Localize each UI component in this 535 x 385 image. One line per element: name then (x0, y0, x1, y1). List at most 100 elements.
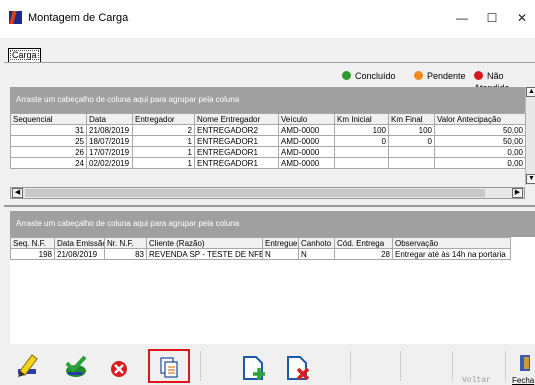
cell-observacao[interactable]: Entregar até às 14h na portaria (392, 248, 511, 260)
cell-entregue[interactable]: N (262, 248, 299, 260)
voltar-button[interactable]: Voltar (462, 376, 491, 385)
scroll-left-icon[interactable]: ◀ (12, 188, 23, 198)
col-veiculo[interactable]: Veículo (278, 113, 335, 125)
cancel-x-icon (111, 361, 127, 377)
fechar-button[interactable]: Fecha (512, 376, 534, 385)
grid1-scroll-thumb[interactable] (25, 189, 485, 197)
cell-entregador[interactable]: 1 (132, 135, 195, 147)
cell-km-inicial[interactable]: 0 (334, 135, 389, 147)
splitter[interactable] (4, 205, 535, 207)
cell-valor-antecipacao[interactable]: 0,00 (434, 157, 526, 169)
cell-seq-nf[interactable]: 198 (10, 248, 55, 260)
close-button[interactable]: ✕ (507, 9, 535, 27)
col-entregador[interactable]: Entregador (132, 113, 195, 125)
confirm-check-icon (65, 355, 87, 377)
cell-data[interactable]: 21/08/2019 (86, 124, 133, 136)
col-entregue[interactable]: Entregue (262, 237, 299, 249)
col-sequencial[interactable]: Sequencial (10, 113, 87, 125)
cell-canhoto[interactable]: N (298, 248, 335, 260)
cell-cliente-razao[interactable]: REVENDA SP - TESTE DE NFE (146, 248, 263, 260)
grid1-horizontal-scrollbar[interactable]: ◀ ▶ (10, 187, 525, 199)
cell-valor-antecipacao[interactable]: 50,00 (434, 135, 526, 147)
legend-concluido: Concluído (342, 70, 396, 82)
cell-data[interactable]: 18/07/2019 (86, 135, 133, 147)
cell-entregador[interactable]: 1 (132, 146, 195, 158)
scroll-right-icon[interactable]: ▶ (512, 188, 523, 198)
col-valor-antecipacao[interactable]: Valor Antecipação (434, 113, 526, 125)
cell-sequencial[interactable]: 26 (10, 146, 87, 158)
add-document-icon (243, 356, 265, 380)
cell-entregador[interactable]: 1 (132, 157, 195, 169)
cell-data[interactable]: 17/07/2019 (86, 146, 133, 158)
add-document-button[interactable] (234, 349, 276, 383)
cell-nome-entregador[interactable]: ENTREGADOR1 (194, 157, 279, 169)
toolbar-separator (452, 351, 453, 381)
table-row[interactable]: 31 21/08/2019 2 ENTREGADOR2 AMD-0000 100… (10, 124, 526, 136)
col-km-final[interactable]: Km Final (388, 113, 435, 125)
col-canhoto[interactable]: Canhoto (298, 237, 335, 249)
copy-button[interactable] (148, 349, 190, 383)
cell-nome-entregador[interactable]: ENTREGADOR1 (194, 135, 279, 147)
table-row[interactable]: 25 18/07/2019 1 ENTREGADOR1 AMD-0000 0 0… (10, 135, 526, 147)
fechar-door-icon[interactable] (518, 353, 532, 373)
col-nome-entregador[interactable]: Nome Entregador (194, 113, 279, 125)
orange-status-icon (414, 71, 423, 80)
col-cod-entrega[interactable]: Cód. Entrega (334, 237, 393, 249)
toolbar-separator (400, 351, 401, 381)
col-data-emissao[interactable]: Data Emissão (54, 237, 105, 249)
col-observacao[interactable]: Observação (392, 237, 511, 249)
grid1-vertical-scrollbar[interactable]: ▲ ▼ (525, 87, 535, 185)
table-row[interactable]: 26 17/07/2019 1 ENTREGADOR1 AMD-0000 0,0… (10, 146, 526, 158)
cell-km-inicial[interactable] (334, 157, 389, 169)
cell-sequencial[interactable]: 31 (10, 124, 87, 136)
cell-veiculo[interactable]: AMD-0000 (278, 157, 335, 169)
cell-veiculo[interactable]: AMD-0000 (278, 135, 335, 147)
grid1-table: Sequencial Data Entregador Nome Entregad… (10, 113, 526, 169)
cell-valor-antecipacao[interactable]: 50,00 (434, 124, 526, 136)
cell-km-inicial[interactable]: 100 (334, 124, 389, 136)
remove-document-icon (287, 356, 310, 381)
cell-entregador[interactable]: 2 (132, 124, 195, 136)
copy-document-icon (160, 357, 178, 378)
cancel-button[interactable] (100, 349, 142, 383)
scroll-down-icon[interactable]: ▼ (526, 174, 535, 184)
col-cliente-razao[interactable]: Cliente (Razão) (146, 237, 263, 249)
cell-km-final[interactable] (388, 157, 435, 169)
cell-sequencial[interactable]: 24 (10, 157, 87, 169)
minimize-button[interactable]: — (447, 9, 477, 27)
cell-km-inicial[interactable] (334, 146, 389, 158)
cell-veiculo[interactable]: AMD-0000 (278, 146, 335, 158)
cell-sequencial[interactable]: 25 (10, 135, 87, 147)
edit-button[interactable] (6, 349, 48, 383)
toolbar-separator (350, 351, 351, 381)
remove-document-button[interactable] (278, 349, 320, 383)
app-logo-icon (9, 11, 22, 24)
cell-km-final[interactable] (388, 146, 435, 158)
col-seq-nf[interactable]: Seq. N.F. (10, 237, 55, 249)
grid2-table: Seq. N.F. Data Emissão Nr. N.F. Cliente … (10, 237, 511, 260)
cell-km-final[interactable]: 0 (388, 135, 435, 147)
maximize-button[interactable]: ☐ (477, 9, 507, 27)
grid1-group-panel[interactable]: Arraste um cabeçalho de coluna aqui para… (10, 87, 525, 113)
col-nr-nf[interactable]: Nr. N.F. (104, 237, 147, 249)
cell-veiculo[interactable]: AMD-0000 (278, 124, 335, 136)
cell-valor-antecipacao[interactable]: 0,00 (434, 146, 526, 158)
tab-carga[interactable]: Carga (8, 48, 41, 62)
cell-nome-entregador[interactable]: ENTREGADOR2 (194, 124, 279, 136)
legend-pendente: Pendente (414, 70, 466, 82)
cell-km-final[interactable]: 100 (388, 124, 435, 136)
cell-data-emissao[interactable]: 21/08/2019 (54, 248, 105, 260)
col-km-inicial[interactable]: Km Inicial (334, 113, 389, 125)
table-row[interactable]: 198 21/08/2019 83 REVENDA SP - TESTE DE … (10, 248, 511, 260)
col-data[interactable]: Data (86, 113, 133, 125)
cell-nr-nf[interactable]: 83 (104, 248, 147, 260)
scroll-up-icon[interactable]: ▲ (526, 87, 535, 97)
cell-cod-entrega[interactable]: 28 (334, 248, 393, 260)
cell-nome-entregador[interactable]: ENTREGADOR1 (194, 146, 279, 158)
red-status-icon (474, 71, 483, 80)
table-row[interactable]: 24 02/02/2019 1 ENTREGADOR1 AMD-0000 0,0… (10, 157, 526, 169)
cell-data[interactable]: 02/02/2019 (86, 157, 133, 169)
tab-border (4, 62, 535, 63)
confirm-button[interactable] (54, 349, 96, 383)
grid2-group-panel[interactable]: Arraste um cabeçalho de coluna aqui para… (10, 211, 535, 237)
